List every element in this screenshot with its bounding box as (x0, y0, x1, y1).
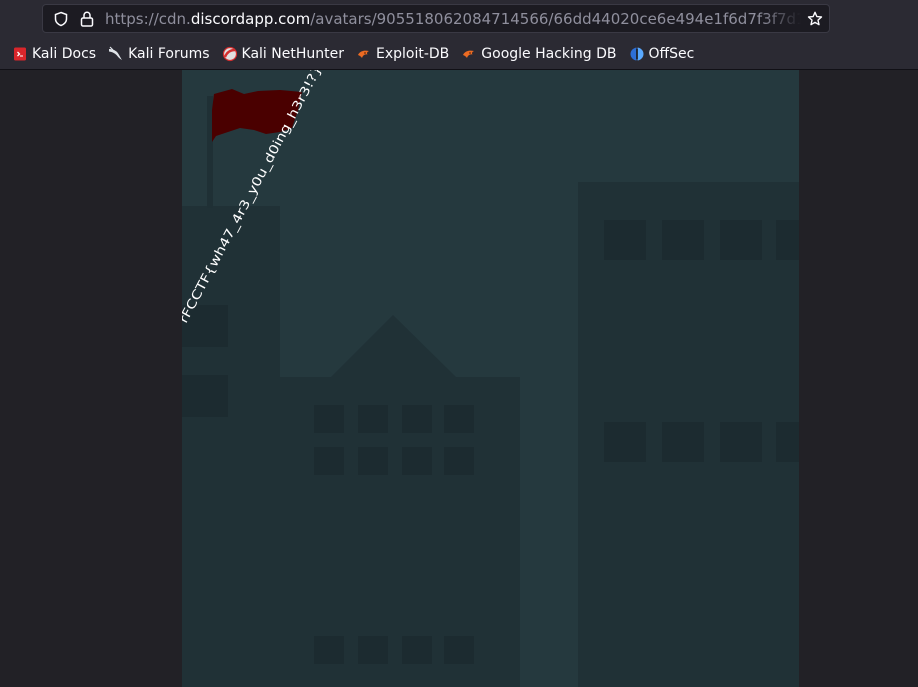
bookmark-label: Kali Forums (128, 45, 210, 62)
exploit-db-icon (357, 50, 369, 58)
bookmark-label: Kali Docs (32, 45, 97, 62)
bookmark-label: OffSec (648, 45, 695, 62)
url-path: /avatars/905518062084714566/66dd44020ce6… (310, 10, 801, 28)
bookmark-label: Kali NetHunter (241, 45, 344, 62)
navigation-toolbar: https://cdn.discordapp.com/avatars/90551… (0, 0, 918, 38)
bookmark-kali-docs[interactable]: Kali Docs (8, 42, 100, 66)
kali-docs-icon (14, 47, 26, 60)
bookmark-star-icon[interactable] (807, 11, 823, 27)
url-host: discordapp.com (190, 10, 311, 28)
bookmark-kali-forums[interactable]: Kali Forums (104, 42, 213, 66)
kali-dragon-icon (109, 46, 123, 60)
lock-icon[interactable] (80, 11, 94, 27)
offsec-icon (630, 47, 643, 60)
bookmark-offsec[interactable]: OffSec (625, 42, 699, 66)
url-prefix: https://cdn. (105, 10, 191, 28)
bookmark-label: Google Hacking DB (481, 45, 617, 62)
bookmark-kali-nethunter[interactable]: Kali NetHunter (218, 42, 348, 66)
nethunter-icon (222, 46, 237, 61)
address-bar[interactable]: https://cdn.discordapp.com/avatars/90551… (42, 4, 830, 33)
url-text[interactable]: https://cdn.discordapp.com/avatars/90551… (105, 10, 801, 28)
displayed-image: rFCCTF{wh47_4r3_y0u_d0ing_h3r3!?} (182, 70, 799, 687)
bookmark-label: Exploit-DB (375, 45, 450, 62)
page-viewport: rFCCTF{wh47_4r3_y0u_d0ing_h3r3!?} (0, 70, 918, 687)
bookmarks-toolbar: Kali Docs Kali Forums Kali NetHunter Exp… (0, 38, 918, 70)
bookmark-exploit-db[interactable]: Exploit-DB (352, 42, 453, 66)
tracking-protection-shield-icon[interactable] (53, 11, 69, 27)
left-tower-window (182, 375, 228, 417)
ghdb-icon (463, 50, 475, 58)
url-fade (761, 5, 801, 32)
bookmark-google-hacking-db[interactable]: Google Hacking DB (457, 42, 620, 66)
